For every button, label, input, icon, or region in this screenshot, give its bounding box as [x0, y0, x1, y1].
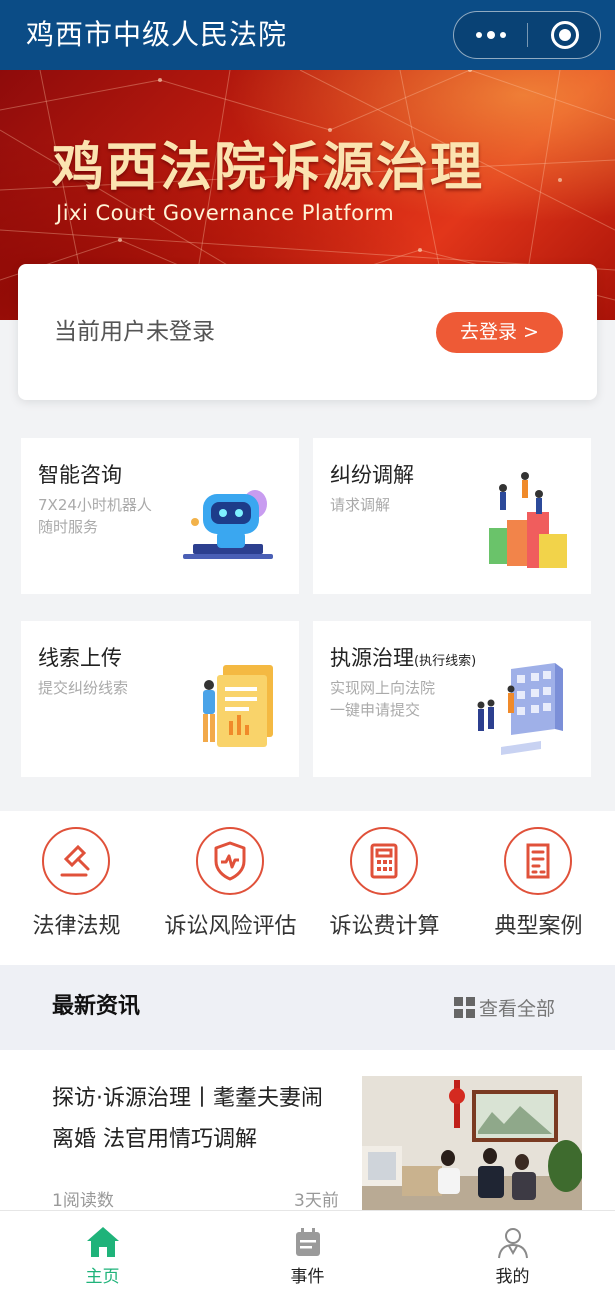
service-title: 执源治理(执行线索)	[330, 646, 477, 670]
service-title: 线索上传	[38, 646, 122, 670]
home-icon	[87, 1227, 119, 1257]
tab-label: 我的	[495, 1267, 530, 1287]
robot-illustration	[183, 490, 273, 559]
service-card-smart-consult[interactable]: 智能咨询 7X24小时机器人 随时服务	[21, 438, 299, 594]
tab-label: 主页	[85, 1267, 120, 1287]
service-card-execution-governance[interactable]: 执源治理(执行线索) 实现网上向法院 一键申请提交	[313, 621, 591, 777]
page-title: 鸡西市中级人民法院	[26, 18, 288, 51]
tool-laws-regulations[interactable]: 法律法规	[0, 811, 153, 965]
case-document-icon	[504, 827, 572, 895]
login-status: 当前用户未登录	[54, 319, 215, 345]
tab-label: 事件	[290, 1267, 325, 1287]
execution-illustration	[477, 663, 563, 755]
view-all-link[interactable]: 查看全部	[454, 993, 555, 1021]
news-item[interactable]: 探访·诉源治理丨耄耋夫妻闹离婚 法官用情巧调解 1阅读数 3天前	[0, 1050, 615, 1215]
calculator-icon	[350, 827, 418, 895]
tab-mine[interactable]: 我的	[410, 1211, 615, 1297]
more-menu-icon[interactable]	[454, 12, 527, 57]
tool-litigation-risk[interactable]: 诉讼风险评估	[154, 811, 307, 965]
user-icon	[498, 1228, 528, 1259]
capsule-divider	[527, 23, 528, 47]
shield-pulse-icon	[196, 827, 264, 895]
miniprogram-capsule	[453, 11, 601, 59]
service-card-clue-upload[interactable]: 线索上传 提交纠纷线索	[21, 621, 299, 777]
calendar-icon	[296, 1228, 320, 1256]
gavel-icon	[42, 827, 110, 895]
tool-fee-calculator[interactable]: 诉讼费计算	[308, 811, 461, 965]
tool-label: 诉讼费计算	[329, 914, 440, 939]
service-title: 纠纷调解	[330, 463, 414, 487]
view-all-label: 查看全部	[479, 997, 556, 1020]
tool-typical-cases[interactable]: 典型案例	[462, 811, 615, 965]
banner-title: 鸡西法院诉源治理	[52, 138, 485, 198]
title-bar: 鸡西市中级人民法院	[0, 0, 615, 70]
grid-icon	[454, 996, 475, 1018]
login-card: 当前用户未登录 去登录 >	[18, 264, 597, 400]
service-card-dispute-mediation[interactable]: 纠纷调解 请求调解	[313, 438, 591, 594]
quick-tools: 法律法规 诉讼风险评估 诉讼费计算 典型案例	[0, 811, 615, 965]
service-title: 智能咨询	[38, 463, 122, 487]
service-desc: 实现网上向法院 一键申请提交	[330, 679, 436, 719]
news-section-title: 最新资讯	[52, 994, 141, 1019]
tool-label: 法律法规	[32, 914, 121, 939]
service-desc: 提交纠纷线索	[38, 679, 129, 697]
tool-label: 诉讼风险评估	[164, 914, 297, 939]
news-section-header: 最新资讯 查看全部	[0, 965, 615, 1050]
tab-events[interactable]: 事件	[205, 1211, 410, 1297]
news-headline: 探访·诉源治理丨耄耋夫妻闹离婚 法官用情巧调解	[52, 1086, 323, 1152]
news-thumbnail	[362, 1076, 582, 1215]
news-time: 3天前	[294, 1191, 339, 1211]
close-miniprogram-icon[interactable]	[551, 21, 579, 49]
banner-subtitle: Jixi Court Governance Platform	[56, 201, 395, 225]
mediation-illustration	[489, 472, 567, 568]
tool-label: 典型案例	[494, 914, 583, 939]
news-read-count: 1阅读数	[52, 1191, 114, 1211]
login-button[interactable]: 去登录 >	[436, 312, 563, 353]
service-desc: 请求调解	[330, 496, 391, 514]
document-upload-illustration	[203, 665, 273, 747]
tab-home[interactable]: 主页	[0, 1211, 205, 1297]
tab-bar: 主页 事件 我的	[0, 1210, 615, 1297]
